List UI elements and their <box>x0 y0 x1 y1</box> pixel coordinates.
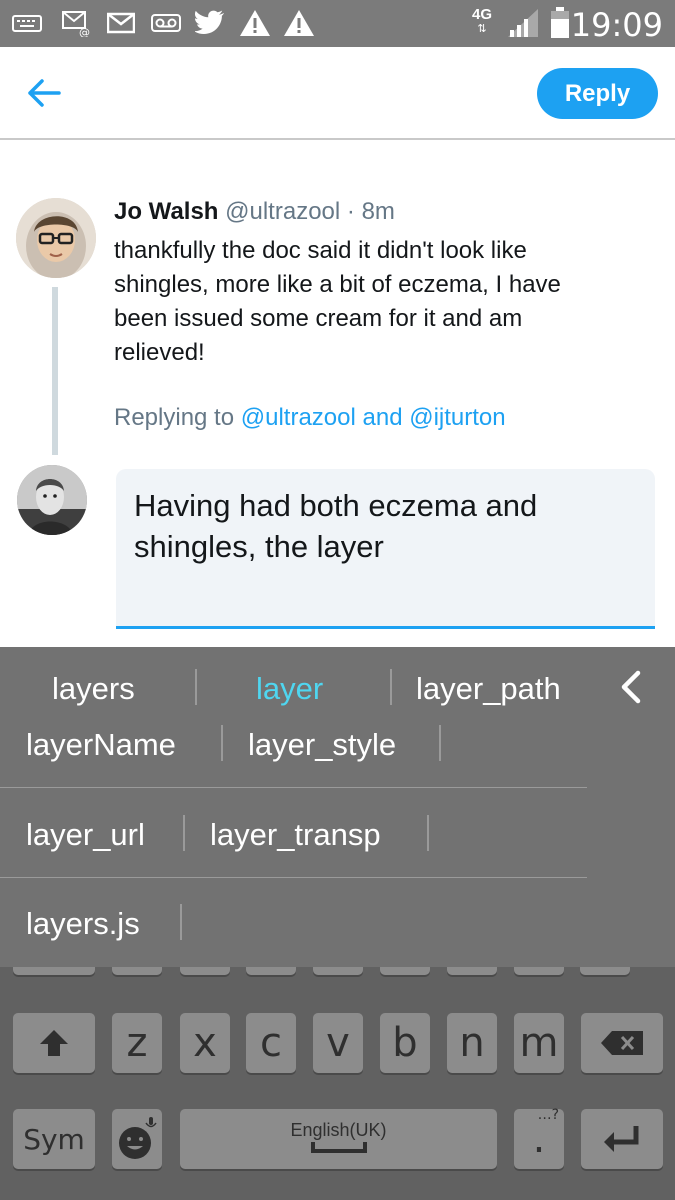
avatar[interactable] <box>16 198 96 278</box>
svg-text:@: @ <box>79 26 90 37</box>
chevron-left-icon[interactable] <box>612 667 652 707</box>
compose-field[interactable]: Having had both eczema and shingles, the… <box>116 469 655 629</box>
suggestion-item[interactable]: layers.js <box>26 906 140 942</box>
emoji-key[interactable] <box>112 1109 162 1169</box>
my-avatar <box>17 465 87 535</box>
replying-to: Replying to @ultrazool and @ijturton <box>114 404 506 432</box>
divider <box>221 725 223 761</box>
suggestion-panel: layers layer layer_path layerName layer_… <box>0 647 675 967</box>
shift-icon <box>40 1030 68 1056</box>
enter-icon <box>604 1126 639 1152</box>
author-name[interactable]: Jo Walsh <box>114 198 218 225</box>
key-x[interactable]: x <box>180 1013 230 1073</box>
key-z[interactable]: z <box>112 1013 162 1073</box>
mail-icon <box>105 8 137 38</box>
suggestion-item[interactable]: layer_url <box>26 817 145 853</box>
keyboard-icon <box>10 8 44 38</box>
warning-icon <box>238 8 272 38</box>
divider <box>183 815 185 851</box>
divider <box>195 669 197 705</box>
space-icon <box>310 1141 367 1153</box>
suggestion-item[interactable]: layer_transp <box>210 817 381 853</box>
key-b[interactable]: b <box>380 1013 430 1073</box>
tweet-header: Jo Walsh @ultrazool · 8m <box>114 198 395 226</box>
author-handle[interactable]: @ultrazool <box>225 198 340 225</box>
divider <box>427 815 429 851</box>
separator-dot: · <box>346 198 355 225</box>
divider <box>390 669 392 705</box>
period-hint: …? <box>537 1107 559 1123</box>
warning-icon <box>282 8 316 38</box>
key-v[interactable]: v <box>313 1013 363 1073</box>
shift-key[interactable] <box>13 1013 95 1073</box>
suggestion-item[interactable]: layerName <box>26 727 176 763</box>
key-m[interactable]: m <box>514 1013 564 1073</box>
suggestion-item[interactable]: layer_style <box>248 727 396 763</box>
emoji-icon <box>119 1117 157 1159</box>
tweet-text: thankfully the doc said it didn't look l… <box>114 237 561 366</box>
backspace-key[interactable] <box>581 1013 663 1073</box>
replying-prefix: Replying to <box>114 404 235 431</box>
reply-button[interactable]: Reply <box>537 68 658 119</box>
sym-key[interactable]: Sym <box>13 1109 95 1169</box>
row-separator <box>0 787 587 788</box>
period-key[interactable]: …? . <box>514 1107 564 1169</box>
status-bar: @ 4G ⇅ 19:09 <box>0 0 675 47</box>
signal-icon <box>505 8 541 38</box>
network-type: 4G ⇅ <box>472 6 493 35</box>
enter-key[interactable] <box>581 1109 663 1169</box>
compose-header: Reply <box>0 47 675 140</box>
space-key[interactable]: English(UK) <box>180 1109 497 1169</box>
twitter-icon <box>194 8 226 38</box>
thread-line <box>52 287 58 455</box>
suggestion-item[interactable]: layers <box>52 671 135 707</box>
email-icon: @ <box>60 8 94 38</box>
divider <box>439 725 441 761</box>
suggestion-item-active[interactable]: layer <box>256 671 323 707</box>
key-n[interactable]: n <box>447 1013 497 1073</box>
row-separator <box>0 877 587 878</box>
compose-text[interactable]: Having had both eczema and shingles, the… <box>134 485 634 567</box>
backspace-icon <box>601 1031 643 1055</box>
tweet-time: 8m <box>361 198 395 225</box>
clock: 19:09 <box>570 6 663 44</box>
back-arrow-icon[interactable] <box>26 77 62 109</box>
key-c[interactable]: c <box>246 1013 296 1073</box>
divider <box>180 904 182 940</box>
space-language-label: English(UK) <box>290 1119 387 1140</box>
replying-mentions[interactable]: @ultrazool and @ijturton <box>241 404 506 431</box>
battery-icon <box>548 7 572 38</box>
voicemail-icon <box>150 8 182 38</box>
suggestion-item[interactable]: layer_path <box>416 671 561 707</box>
